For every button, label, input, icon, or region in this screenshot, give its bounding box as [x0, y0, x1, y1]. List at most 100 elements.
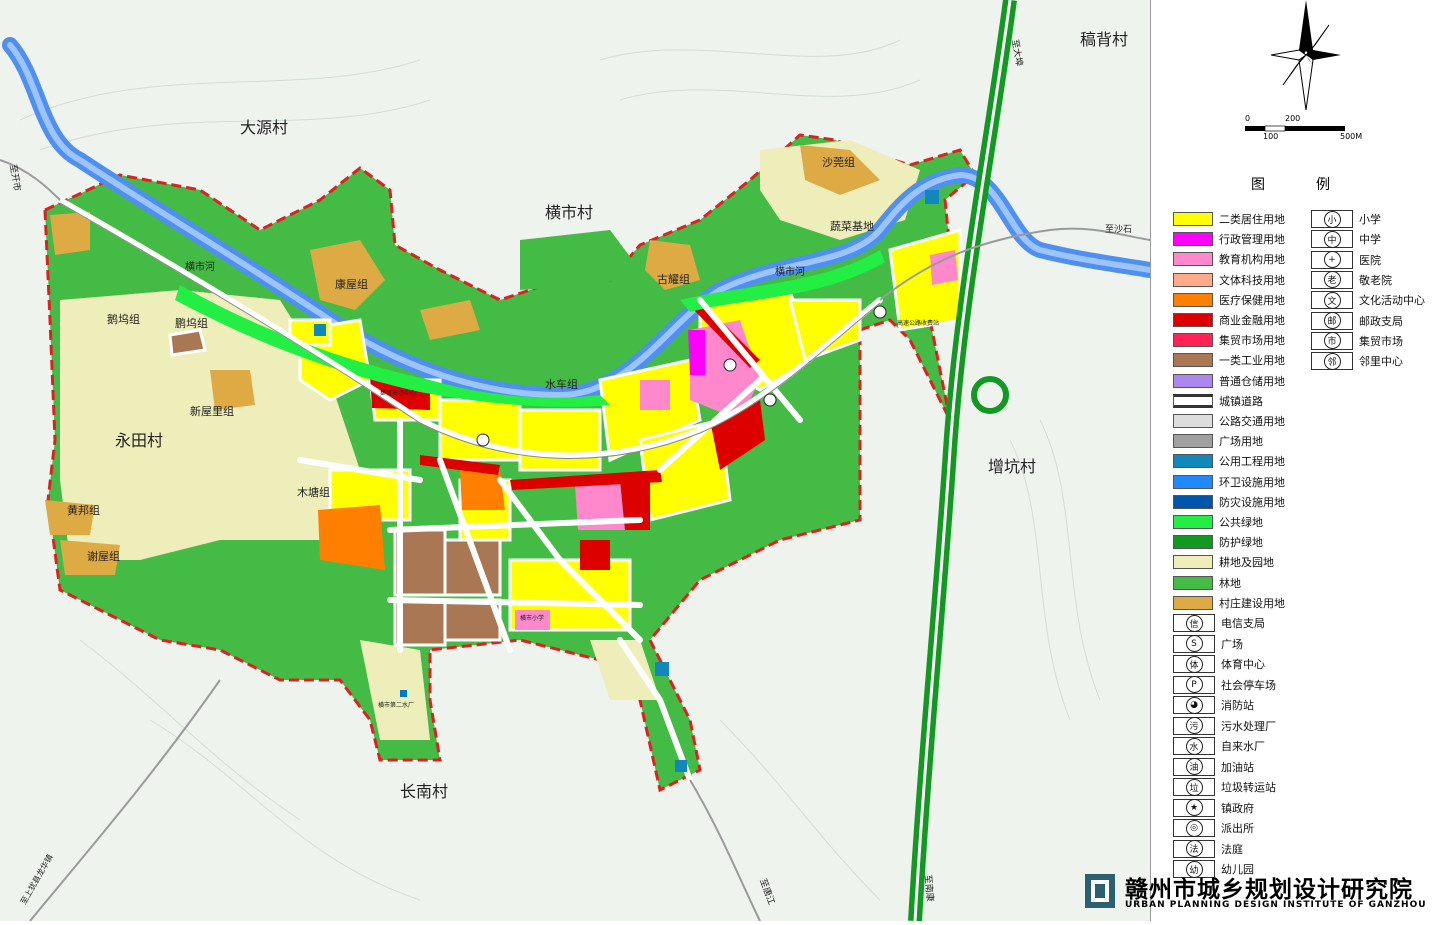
place-label-muba: 木塘组	[297, 485, 330, 499]
north-arrow-icon	[1271, 0, 1341, 110]
symbol-glyph: 法	[1185, 840, 1203, 857]
legend-item-label: 商业金融用地	[1219, 314, 1285, 327]
town-government-icon	[723, 358, 737, 372]
legend-item-label: 文体科技用地	[1219, 273, 1285, 287]
utility-icon	[655, 662, 669, 676]
road-label-shashi: 至沙石	[1105, 224, 1132, 235]
legend-item: 村庄建设用地	[1173, 594, 1285, 612]
symbol-glyph: ★	[1185, 799, 1203, 816]
legend-symbol-item: + 医院	[1311, 250, 1381, 269]
legend-swatch	[1173, 292, 1213, 307]
legend-item: 集贸市场用地	[1173, 331, 1285, 349]
place-label-dayuan: 大源村	[240, 118, 288, 137]
symbol-glyph: 污	[1185, 717, 1203, 734]
legend-symbol-label: 垃圾转运站	[1221, 781, 1276, 794]
legend-swatch	[1173, 353, 1213, 368]
legend-symbol-item: 法 法庭	[1173, 839, 1243, 858]
place-label-echong: 鹅坞组	[107, 312, 140, 326]
legend-panel: 0 200 100 500M 图 例 二类居住用地 行政管理用地 教育机构用地 文体科…	[1150, 0, 1442, 921]
place-label-xinwu: 新屋里组	[190, 404, 234, 418]
legend-item: 公路交通用地	[1173, 412, 1285, 430]
legend-symbol-icon: S	[1173, 634, 1215, 653]
legend-symbol-icon: 水	[1173, 737, 1215, 755]
symbol-glyph: S	[1185, 635, 1203, 652]
legend-symbol-label: 邻里中心	[1359, 355, 1403, 369]
hospital-icon	[763, 393, 777, 407]
legend-symbol-icon: ◕	[1173, 696, 1215, 714]
legend-symbol-label: 中学	[1359, 233, 1381, 247]
legend-item-label: 医疗保健用地	[1219, 293, 1285, 307]
symbol-glyph: 邮	[1323, 312, 1341, 329]
scale-label-0: 0	[1245, 114, 1251, 123]
place-label-shucai: 蔬菜基地	[830, 220, 874, 233]
legend-swatch	[1173, 232, 1213, 247]
institute-name-cn: 赣州市城乡规划设计研究院	[1125, 877, 1413, 903]
legend-item-label: 环卫设施用地	[1219, 475, 1285, 489]
legend-symbol-item: 邻 邻里中心	[1311, 352, 1403, 371]
place-label-shashui: 沙莞组	[822, 155, 855, 169]
legend-symbol-label: 消防站	[1221, 699, 1254, 712]
legend-symbol-item: ◎ 派出所	[1173, 819, 1254, 837]
legend-item-label: 二类居住用地	[1219, 213, 1285, 226]
symbol-glyph: 小	[1323, 210, 1341, 228]
legend-symbol-item: 信 电信支局	[1173, 614, 1265, 632]
legend-symbol-label: 文化活动中心	[1359, 294, 1425, 308]
symbol-glyph: 体	[1185, 655, 1203, 673]
legend-symbol-icon: 邻	[1311, 352, 1353, 371]
legend-symbol-icon: P	[1173, 675, 1215, 694]
legend-item: 公用工程用地	[1173, 452, 1285, 470]
river-label-1: 横市河	[185, 260, 215, 273]
legend-symbol-item: 文 文化活动中心	[1311, 291, 1425, 310]
legend-symbol-icon: ◎	[1173, 819, 1215, 837]
legend-item: 文体科技用地	[1173, 271, 1285, 289]
legend-swatch	[1173, 434, 1213, 449]
admin-block	[688, 330, 705, 375]
legend-item-label: 耕地及园地	[1219, 556, 1274, 570]
legend-item: 二类居住用地	[1173, 210, 1285, 228]
legend-symbol-label: 加油站	[1221, 760, 1254, 774]
square-icon	[873, 305, 887, 319]
legend-item-label: 公共绿地	[1219, 516, 1263, 529]
legend-symbol-icon: 体	[1173, 655, 1215, 673]
legend-symbol-item: 体 体育中心	[1173, 655, 1265, 673]
label-toll-station: 高速公路收费站	[897, 319, 939, 327]
legend-item-label: 一类工业用地	[1219, 354, 1285, 368]
symbol-glyph: 邻	[1323, 352, 1341, 370]
scale-label-500: 500M	[1340, 132, 1363, 141]
legend-symbol-label: 镇政府	[1221, 801, 1254, 815]
legend-symbol-label: 自来水厂	[1221, 740, 1265, 753]
legend-swatch	[1173, 333, 1213, 348]
legend-item-label: 教育机构用地	[1219, 253, 1285, 267]
symbol-glyph: ◎	[1185, 819, 1203, 837]
legend-symbol-item: 邮 邮政支局	[1311, 311, 1403, 330]
legend-swatch	[1173, 414, 1213, 428]
place-label-kangwu: 康屋组	[335, 277, 368, 291]
legend-title-right: 例	[1316, 177, 1330, 193]
legend-item: 耕地及园地	[1173, 553, 1274, 571]
legend-symbol-item: 垃 垃圾转运站	[1173, 778, 1276, 796]
label-market: 集贸市场中心	[380, 389, 416, 397]
legend-swatch	[1173, 555, 1213, 570]
symbol-glyph: 信	[1185, 614, 1203, 632]
institute-footer: 赣州市城乡规划设计研究院 URBAN PLANNING DESIGN INSTI…	[1085, 870, 1442, 918]
legend-swatch	[1173, 515, 1213, 529]
legend-swatch	[1173, 454, 1213, 469]
legend-symbol-label: 法庭	[1221, 842, 1243, 856]
legend-swatch	[1173, 252, 1213, 267]
symbol-glyph: 市	[1323, 332, 1341, 350]
legend-symbol-label: 敬老院	[1359, 273, 1392, 287]
legend-item-label: 公用工程用地	[1219, 455, 1285, 469]
legend-symbol-item: 水 自来水厂	[1173, 737, 1265, 755]
legend-symbol-label: 体育中心	[1221, 658, 1265, 671]
legend-item: 行政管理用地	[1173, 230, 1285, 248]
legend-swatch	[1173, 494, 1213, 509]
place-label-pengwu: 鹏坞组	[175, 316, 208, 330]
land-use-map: 大源村 横市村 稿背村 永田村 增坑村 长南村 康屋组 沙莞组 水车组 古耀组 …	[0, 0, 1158, 922]
label-school: 横市小学	[520, 614, 544, 622]
legend-symbol-label: 医院	[1359, 253, 1381, 267]
legend-item-label: 公路交通用地	[1219, 415, 1285, 428]
legend-title-left: 图	[1251, 177, 1265, 193]
legend-swatch	[1173, 212, 1213, 226]
legend-item: 一类工业用地	[1173, 351, 1285, 369]
place-label-zengkeng: 增坑村	[988, 457, 1036, 476]
